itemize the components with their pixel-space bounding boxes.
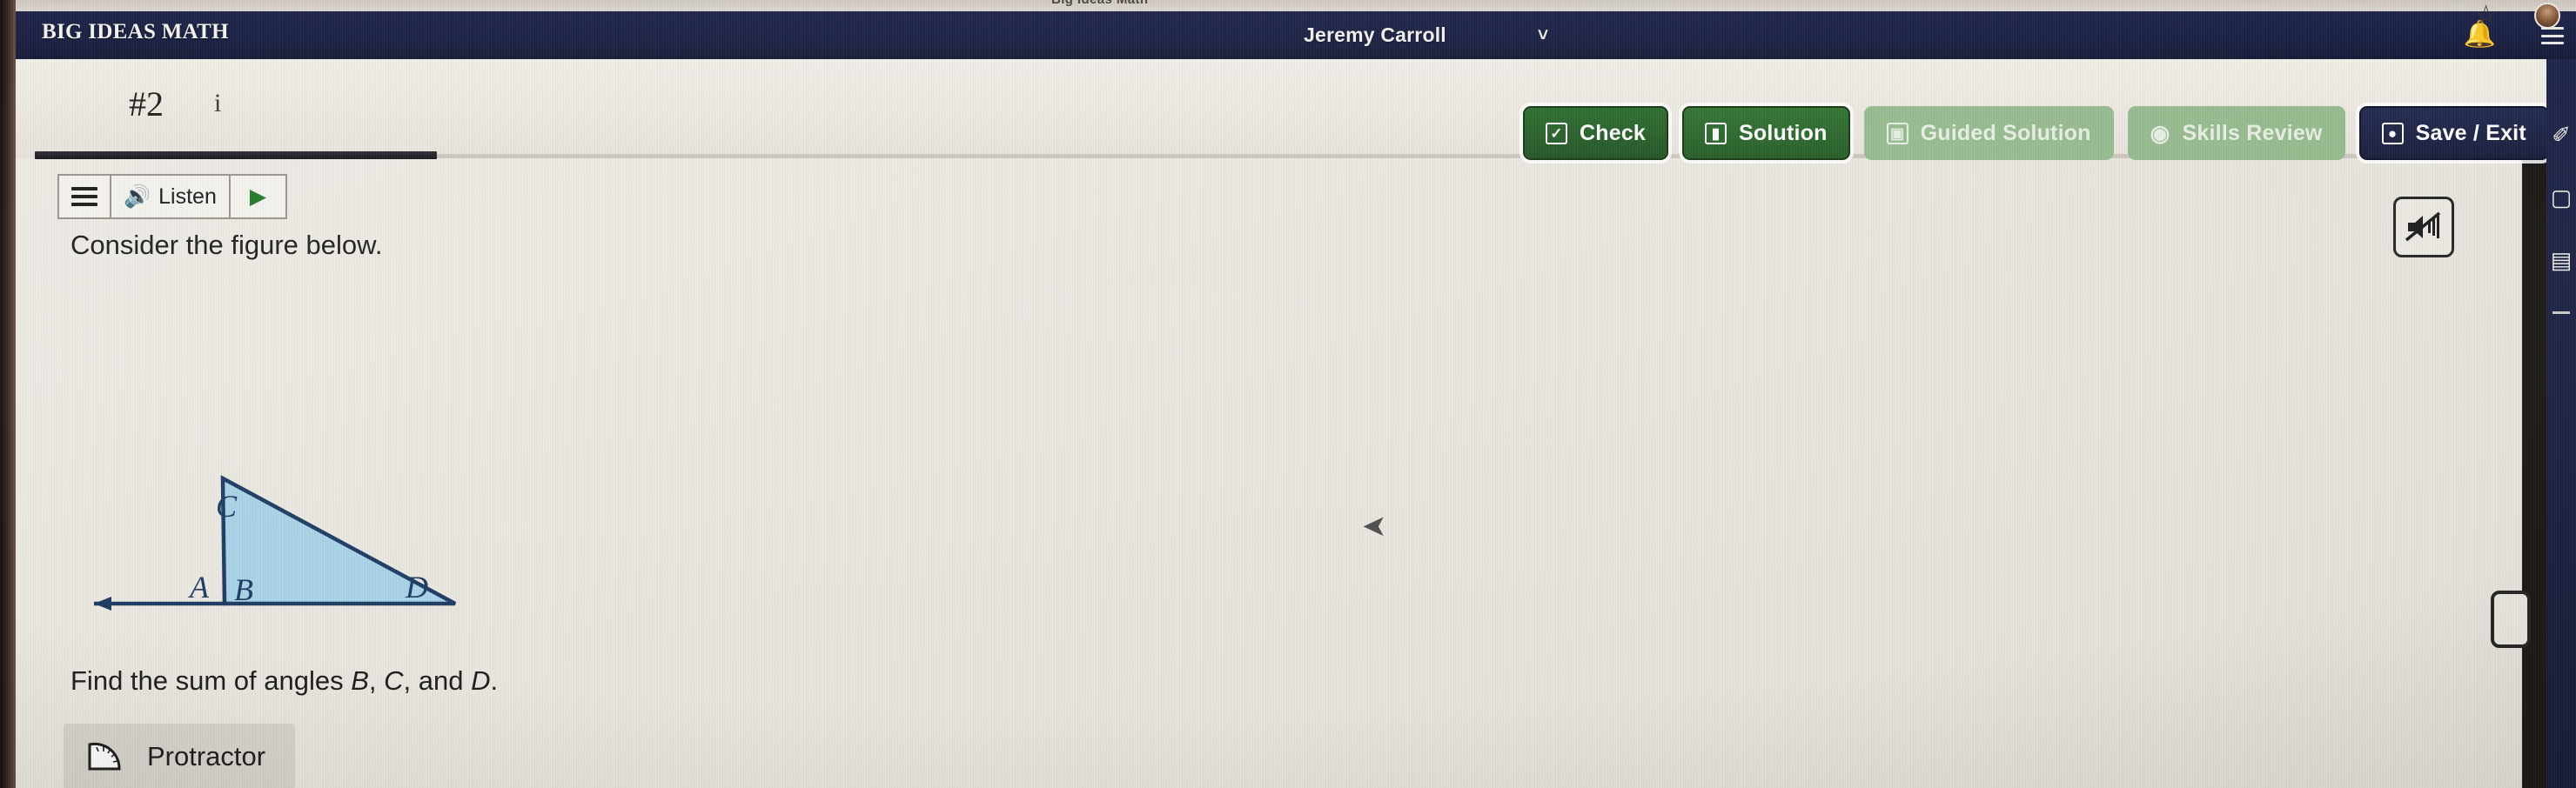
- screen-photo: Big Ideas Math ☆ BIG IDEAS MATH Jeremy C…: [0, 0, 2576, 788]
- right-edge-tool-button[interactable]: [2491, 591, 2531, 648]
- listen-toolbar: 🔊 Listen ▶: [57, 174, 288, 219]
- prompt2-angle-c: C: [384, 665, 404, 696]
- image-icon[interactable]: ▢: [2551, 186, 2573, 209]
- triangle-figure: A B C D: [64, 463, 516, 632]
- play-button[interactable]: ▶: [231, 176, 285, 217]
- vertex-label-c: C: [216, 489, 238, 524]
- vertex-label-d: D: [405, 570, 428, 604]
- checkbox-check-icon: ✓: [1546, 122, 1567, 144]
- prompt-find-sum: Find the sum of angles B, C, and D.: [70, 665, 498, 697]
- rail-divider: [2553, 311, 2570, 314]
- solution-button[interactable]: ▮ Solution: [1682, 106, 1850, 160]
- user-menu[interactable]: Jeremy Carroll ˅: [1304, 23, 1548, 47]
- vertex-label-b: B: [234, 572, 253, 607]
- listen-label: Listen: [158, 184, 217, 209]
- browser-toolbar-icons: ☆: [2474, 0, 2560, 35]
- prompt2-sep2: , and: [403, 665, 472, 696]
- ray-arrowhead: [94, 597, 111, 611]
- right-tool-rail: ✐ ▢ ▤: [2546, 59, 2576, 788]
- video-icon: ▣: [1886, 122, 1909, 144]
- check-button[interactable]: ✓ Check: [1523, 106, 1669, 160]
- protractor-icon: [88, 742, 121, 771]
- prompt2-angle-b: B: [351, 665, 369, 696]
- sound-muted-icon: [2405, 211, 2441, 242]
- protractor-label: Protractor: [147, 741, 266, 771]
- prompt-consider-figure: Consider the figure below.: [70, 230, 383, 260]
- vertex-label-a: A: [188, 570, 210, 604]
- question-number: #2: [129, 84, 164, 124]
- chevron-down-icon: ˅: [1537, 25, 1549, 45]
- guided-solution-button[interactable]: ▣ Guided Solution: [1863, 106, 2114, 160]
- menu-icon: [71, 187, 97, 206]
- app-logo[interactable]: BIG IDEAS MATH: [42, 20, 229, 44]
- app-header: BIG IDEAS MATH Jeremy Carroll ˅ 🔔: [16, 11, 2576, 59]
- speaker-icon: 🔊: [124, 184, 151, 209]
- save-exit-button-label: Save / Exit: [2415, 120, 2526, 145]
- mute-toggle-button[interactable]: [2393, 197, 2454, 257]
- browser-chrome-bar: Big Ideas Math: [16, 0, 2576, 11]
- browser-tab-title: Big Ideas Math: [1051, 0, 1148, 7]
- solution-button-label: Solution: [1739, 120, 1828, 145]
- pen-icon[interactable]: ✐: [2552, 124, 2571, 146]
- skills-review-button-label: Skills Review: [2182, 120, 2323, 145]
- speech-bubble-icon: ▮: [1705, 122, 1727, 144]
- prompt2-sep1: ,: [368, 665, 385, 696]
- prompt2-end: .: [490, 665, 499, 696]
- avatar[interactable]: [2534, 3, 2560, 29]
- floppy-disk-icon: ●: [2381, 122, 2404, 144]
- question-content: 🔊 Listen ▶ Consider the figure below. A …: [16, 158, 2531, 788]
- triangle-svg: A B C D: [94, 475, 457, 611]
- listen-menu-button[interactable]: [59, 176, 111, 217]
- progress-fill: [35, 151, 437, 159]
- listen-button[interactable]: 🔊 Listen: [111, 176, 231, 217]
- info-icon[interactable]: i: [214, 89, 221, 118]
- monitor-bezel: [0, 0, 16, 788]
- mouse-cursor: ➤: [1362, 510, 1387, 543]
- globe-icon: ◉: [2150, 120, 2170, 146]
- calculator-icon[interactable]: ▤: [2551, 249, 2573, 271]
- check-button-label: Check: [1580, 120, 1647, 145]
- save-exit-button[interactable]: ● Save / Exit: [2358, 106, 2549, 160]
- skills-review-button[interactable]: ◉ Skills Review: [2127, 106, 2345, 160]
- guided-solution-button-label: Guided Solution: [1920, 120, 2091, 145]
- prompt2-prefix: Find the sum of angles: [70, 665, 352, 696]
- action-button-row: ✓ Check ▮ Solution ▣ Guided Solution ◉ S…: [1523, 106, 2576, 160]
- prompt2-angle-d: D: [471, 665, 491, 696]
- user-name-label: Jeremy Carroll: [1304, 23, 1446, 46]
- play-icon: ▶: [249, 184, 267, 209]
- protractor-tool-button[interactable]: Protractor: [64, 724, 296, 788]
- bookmark-star-icon[interactable]: ☆: [2474, 3, 2498, 29]
